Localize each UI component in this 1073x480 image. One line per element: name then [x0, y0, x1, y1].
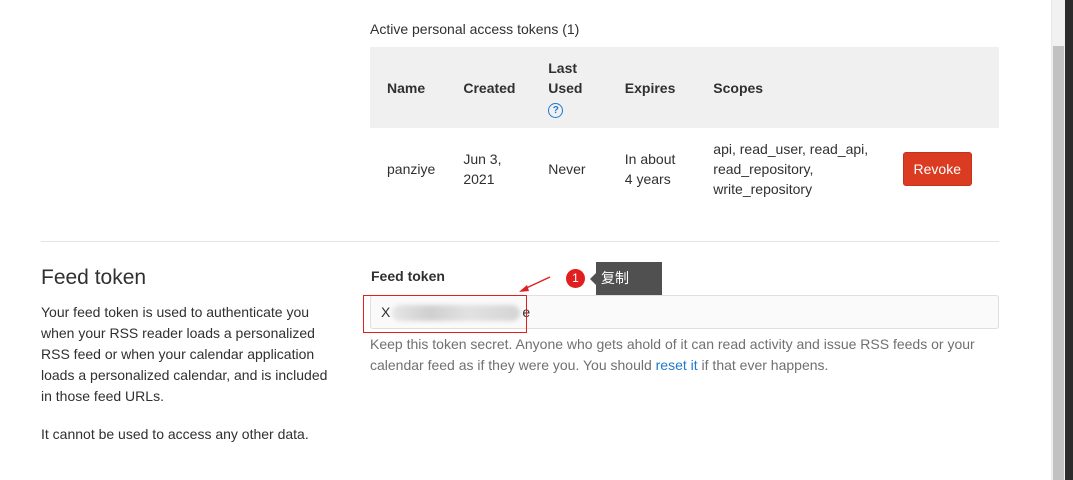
active-tokens-table: Name Created Last Used ? Expires Scopes … — [370, 47, 999, 210]
token-action-cell: Revoke — [902, 128, 999, 210]
reset-token-link[interactable]: reset it — [656, 357, 698, 373]
feed-token-description: Your feed token is used to authenticate … — [41, 304, 328, 404]
table-row: panziye Jun 3, 2021 Never In about 4 yea… — [370, 128, 999, 210]
feed-token-help-text: Keep this token secret. Anyone who gets … — [370, 334, 990, 376]
token-name: panziye — [387, 160, 436, 177]
token-expires-value: In about 4 years — [624, 150, 676, 187]
column-header-last-used-label: Last Used — [548, 59, 583, 96]
section-divider — [41, 241, 999, 242]
column-header-last-used: Last Used ? — [548, 47, 625, 128]
annotation-step-badge: 1 — [566, 269, 585, 288]
column-header-scopes: Scopes — [713, 79, 764, 96]
column-header-action — [903, 47, 999, 128]
active-tokens-heading: Active personal access tokens (1) — [370, 21, 580, 37]
token-last-used: Never — [548, 160, 586, 177]
annotation-arrow-icon — [519, 276, 551, 292]
feed-token-field-label: Feed token — [371, 268, 445, 284]
annotation-highlight-box — [363, 295, 527, 333]
column-header-expires: Expires — [624, 79, 676, 96]
feed-token-description-note: It cannot be used to access any other da… — [41, 426, 309, 442]
feed-token-title: Feed token — [41, 266, 147, 289]
token-created: Jun 3, 2021 — [463, 128, 548, 210]
column-header-created: Created — [463, 79, 516, 96]
table-header-row: Name Created Last Used ? Expires Scopes — [370, 47, 999, 128]
token-expires: In about 4 years — [625, 128, 713, 210]
page: Active personal access tokens (1) Name C… — [0, 0, 1073, 480]
revoke-button[interactable]: Revoke — [902, 151, 972, 186]
token-scopes: api, read_user, read_api, read_repositor… — [713, 128, 902, 210]
scrollbar-thumb[interactable] — [1053, 46, 1064, 480]
help-text-after: if that ever happens. — [697, 357, 829, 373]
help-icon[interactable]: ? — [548, 102, 564, 118]
window-edge — [1065, 0, 1073, 480]
column-header-name: Name — [387, 79, 426, 96]
annotation-tooltip: 复制 — [590, 262, 662, 295]
token-scopes-value: api, read_user, read_api, read_repositor… — [713, 140, 869, 197]
token-created-value: Jun 3, 2021 — [463, 150, 502, 187]
